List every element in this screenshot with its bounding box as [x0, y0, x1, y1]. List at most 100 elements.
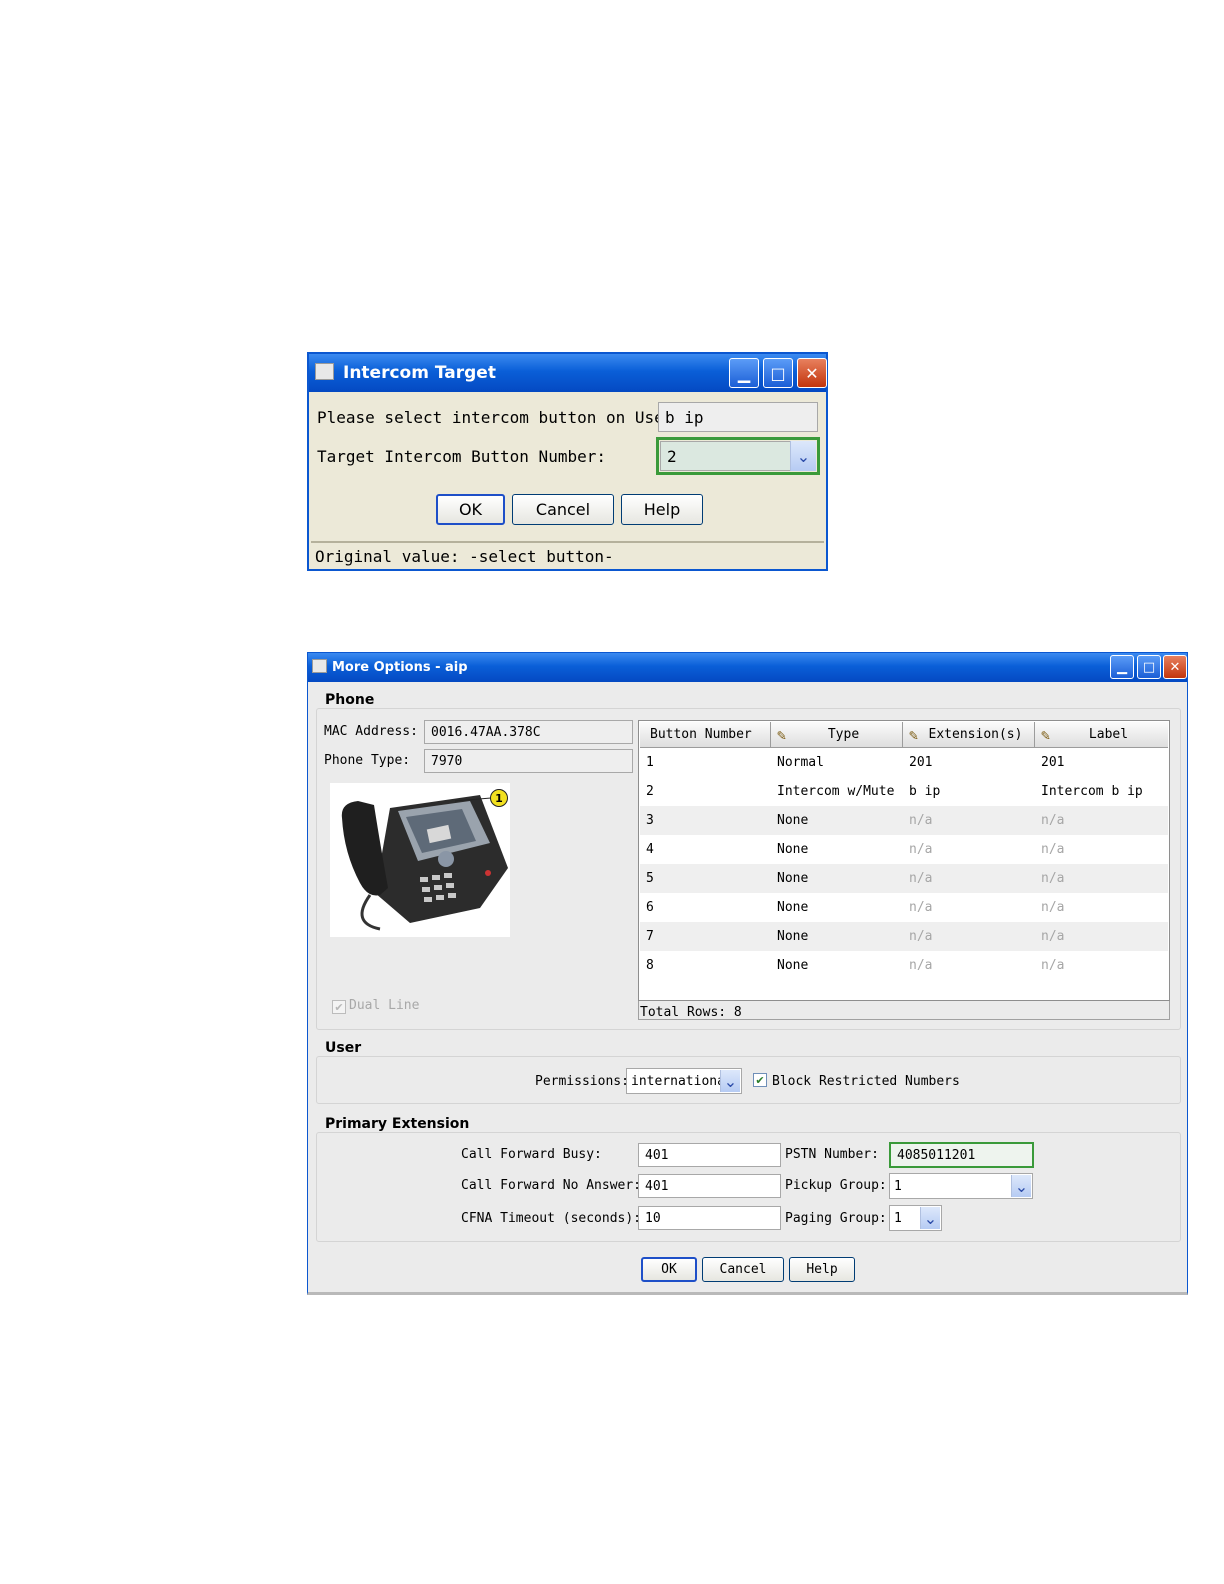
- cell-number: 1: [646, 755, 654, 770]
- pickup-label: Pickup Group:: [785, 1178, 887, 1193]
- mac-label: MAC Address:: [324, 724, 418, 739]
- column-header-label: Label: [1088, 727, 1129, 742]
- user-group: [316, 1056, 1181, 1104]
- paging-value: 1: [894, 1211, 902, 1226]
- pencil-icon: ✎: [909, 726, 919, 744]
- cell-type: None: [777, 900, 809, 915]
- cell-label: n/a: [1041, 958, 1065, 973]
- dual-line-checkbox[interactable]: ✔: [332, 1000, 346, 1014]
- user-group-title: User: [325, 1040, 362, 1056]
- cell-label: 201: [1041, 755, 1065, 770]
- close-button[interactable]: ✕: [797, 358, 827, 388]
- dialog-title: More Options - aip: [332, 660, 468, 675]
- pstn-input[interactable]: 4085011201: [889, 1142, 1034, 1168]
- phone-type-field: 7970: [424, 749, 633, 773]
- cell-number: 6: [646, 900, 654, 915]
- cell-label: n/a: [1041, 871, 1065, 886]
- cell-number: 3: [646, 813, 654, 828]
- help-button[interactable]: Help: [621, 494, 703, 525]
- target-label: Target Intercom Button Number:: [317, 447, 606, 466]
- cell-extension: 201: [909, 755, 933, 770]
- mac-field: 0016.47AA.378C: [424, 720, 633, 744]
- cell-number: 2: [646, 784, 654, 799]
- table-row[interactable]: 1 Normal 201 201: [640, 748, 1168, 777]
- table-footer: Total Rows: 8: [638, 1001, 1170, 1020]
- column-header-type[interactable]: ✎ Type: [771, 722, 903, 747]
- block-restricted-label: Block Restricted Numbers: [772, 1074, 960, 1089]
- cell-number: 7: [646, 929, 654, 944]
- cell-label: n/a: [1041, 813, 1065, 828]
- cell-number: 8: [646, 958, 654, 973]
- cfna-label: Call Forward No Answer:: [461, 1178, 642, 1193]
- cancel-button[interactable]: Cancel: [512, 494, 614, 525]
- dialog-title: Intercom Target: [343, 363, 496, 383]
- pickup-value: 1: [894, 1179, 902, 1194]
- chevron-down-icon[interactable]: ⌄: [720, 1070, 740, 1092]
- cell-type: Intercom w/Mute: [777, 784, 895, 799]
- cell-extension: n/a: [909, 813, 933, 828]
- column-header-button-number[interactable]: Button Number: [640, 722, 771, 747]
- pickup-select[interactable]: 1 ⌄: [889, 1173, 1033, 1199]
- cell-label: n/a: [1041, 900, 1065, 915]
- maximize-icon: □: [770, 363, 786, 383]
- cell-type: None: [777, 871, 809, 886]
- minimize-button[interactable]: ▁: [729, 358, 759, 388]
- help-button[interactable]: Help: [789, 1257, 855, 1282]
- minimize-button[interactable]: ▁: [1110, 655, 1134, 679]
- cfna-input[interactable]: 401: [638, 1174, 781, 1198]
- callout-number: 1: [495, 791, 503, 805]
- maximize-button[interactable]: □: [763, 358, 793, 388]
- checkmark-icon: ✔: [334, 1000, 344, 1014]
- paging-label: Paging Group:: [785, 1211, 887, 1226]
- user-field: b ip: [658, 402, 818, 432]
- primary-extension-title: Primary Extension: [325, 1116, 470, 1132]
- permissions-value: international: [631, 1074, 733, 1089]
- column-header-label: Type: [827, 727, 860, 742]
- ok-button[interactable]: OK: [641, 1257, 697, 1282]
- cell-type: None: [777, 929, 809, 944]
- table-row[interactable]: 2 Intercom w/Mute b ip Intercom b ip: [640, 777, 1168, 806]
- table-row[interactable]: 3 None n/a n/a: [640, 806, 1168, 835]
- status-bar: Original value: -select button-: [311, 541, 824, 569]
- button-table: Button Number ✎ Type ✎ Extension(s) ✎ La…: [638, 720, 1170, 1001]
- cancel-button[interactable]: Cancel: [702, 1257, 784, 1282]
- cell-number: 4: [646, 842, 654, 857]
- phone-type-label: Phone Type:: [324, 753, 411, 768]
- maximize-button[interactable]: □: [1137, 655, 1161, 679]
- table-row[interactable]: 5 None n/a n/a: [640, 864, 1168, 893]
- table-row[interactable]: 6 None n/a n/a: [640, 893, 1168, 922]
- cfb-input[interactable]: 401: [638, 1143, 781, 1167]
- target-button-select[interactable]: 2 ⌄: [656, 437, 820, 475]
- cell-extension: n/a: [909, 900, 933, 915]
- chevron-down-icon[interactable]: ⌄: [790, 441, 816, 471]
- callout-marker: 1: [490, 789, 508, 807]
- table-row[interactable]: 4 None n/a n/a: [640, 835, 1168, 864]
- cfb-label: Call Forward Busy:: [461, 1147, 602, 1162]
- minimize-icon: ▁: [737, 363, 751, 383]
- cell-extension: n/a: [909, 871, 933, 886]
- more-options-dialog: More Options - aip ▁ □ ✕ Phone MAC Addre…: [307, 652, 1188, 1295]
- table-row[interactable]: 7 None n/a n/a: [640, 922, 1168, 951]
- table-row[interactable]: 8 None n/a n/a: [640, 951, 1168, 980]
- column-header-extensions[interactable]: ✎ Extension(s): [903, 722, 1035, 747]
- cell-type: Normal: [777, 755, 824, 770]
- cell-extension: n/a: [909, 842, 933, 857]
- column-header-label-col[interactable]: ✎ Label: [1035, 722, 1168, 747]
- dialog-title-bar[interactable]: More Options - aip: [308, 653, 1187, 682]
- close-button[interactable]: ✕: [1163, 655, 1187, 679]
- timeout-input[interactable]: 10: [638, 1206, 781, 1230]
- paging-select[interactable]: 1 ⌄: [889, 1205, 942, 1231]
- chevron-down-icon[interactable]: ⌄: [920, 1207, 940, 1229]
- permissions-select[interactable]: international ⌄: [626, 1068, 742, 1094]
- chevron-down-icon[interactable]: ⌄: [1011, 1175, 1031, 1197]
- dual-line-label: Dual Line: [349, 998, 420, 1013]
- close-icon: ✕: [805, 363, 819, 383]
- pencil-icon: ✎: [1041, 726, 1051, 744]
- cell-type: None: [777, 958, 809, 973]
- maximize-icon: □: [1142, 659, 1156, 675]
- phone-group-title: Phone: [325, 692, 375, 708]
- pencil-icon: ✎: [777, 726, 787, 744]
- block-restricted-checkbox[interactable]: ✔: [753, 1073, 767, 1087]
- ok-button[interactable]: OK: [436, 494, 505, 525]
- permissions-label: Permissions:: [535, 1074, 629, 1089]
